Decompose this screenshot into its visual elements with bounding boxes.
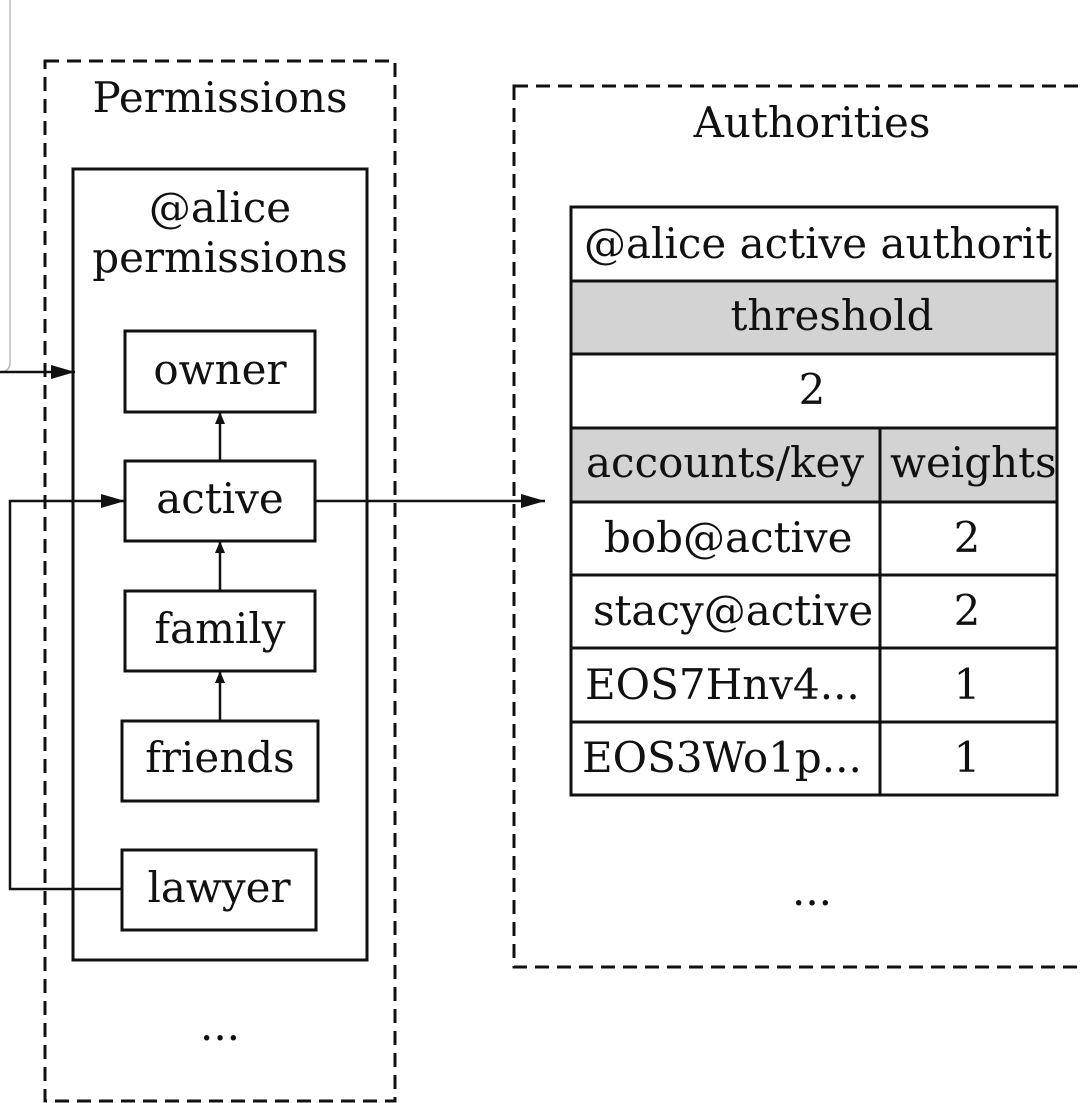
external-frame-edge <box>0 0 11 373</box>
authorities-title: Authorities <box>693 98 931 147</box>
alice-permissions-title-2: permissions <box>92 233 348 282</box>
permissions-title: Permissions <box>93 73 348 122</box>
permission-label: friends <box>145 733 294 782</box>
authority-table: @alice active authorit threshold 2 accou… <box>569 205 1059 797</box>
permission-owner[interactable]: owner <box>123 329 317 414</box>
row-account: EOS3Wo1p... <box>582 733 862 782</box>
column-accounts: accounts/key <box>586 438 864 487</box>
row-weight: 2 <box>954 513 981 562</box>
permission-label: family <box>154 604 285 653</box>
row-weight: 2 <box>954 586 981 635</box>
permission-label: lawyer <box>147 863 291 912</box>
row-account: stacy@active <box>593 586 873 635</box>
permissions-diagram: Permissions @alice permissions owner act… <box>0 0 1080 1103</box>
permission-friends[interactable]: friends <box>120 719 320 803</box>
permission-lawyer[interactable]: lawyer <box>120 848 318 932</box>
row-account: EOS7Hnv4... <box>585 660 860 709</box>
arrow-lawyer-to-active <box>8 494 125 891</box>
permissions-more: ... <box>200 1001 240 1050</box>
threshold-label: threshold <box>730 291 933 340</box>
column-weights: weights <box>890 438 1057 487</box>
threshold-value: 2 <box>799 365 826 414</box>
authority-table-title: @alice active authorit <box>584 219 1052 268</box>
permission-active[interactable]: active <box>123 459 317 543</box>
permission-label: owner <box>153 345 287 394</box>
row-account: bob@active <box>604 513 853 562</box>
row-weight: 1 <box>954 660 981 709</box>
authorities-more: ... <box>792 866 832 915</box>
alice-permissions-title-1: @alice <box>149 183 291 232</box>
permission-label: active <box>156 474 283 523</box>
permission-family[interactable]: family <box>123 589 317 673</box>
row-weight: 1 <box>954 733 981 782</box>
